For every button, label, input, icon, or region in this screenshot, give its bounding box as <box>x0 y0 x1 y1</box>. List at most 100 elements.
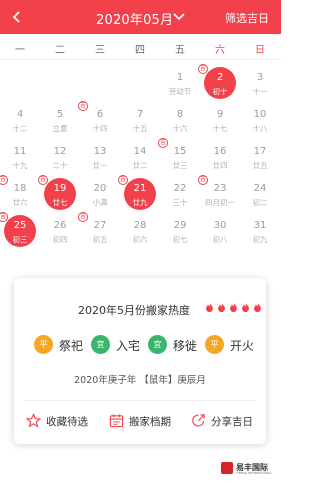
heat-rating <box>204 301 263 313</box>
day-number: 16 <box>213 146 227 157</box>
calendar-day[interactable]: 吉 18 廿六 <box>0 171 40 209</box>
day-number: 22 <box>173 183 187 194</box>
lunar-date: 初八 <box>212 235 228 244</box>
calendar-day[interactable]: 12 二十 <box>40 134 80 172</box>
calendar-day[interactable]: 24 初二 <box>240 171 280 209</box>
flame-icon <box>230 301 237 313</box>
weekday-label: 日 <box>255 45 265 56</box>
calendar-icon <box>109 414 124 428</box>
activity-badge: 平 <box>34 335 53 354</box>
card-actions: 收藏待选 搬家档期 分享吉日 <box>14 408 266 436</box>
calendar-day[interactable]: 吉 2 初十 <box>198 60 240 99</box>
favorite-label: 收藏待选 <box>46 416 88 428</box>
brand-logo: 易丰国际 YIFENG INTERNATIONAL <box>221 462 277 476</box>
calendar-day[interactable]: 吉 21 廿九 <box>118 171 160 210</box>
day-number: 4 <box>16 109 24 120</box>
calendar-day[interactable]: 29 初七 <box>160 208 200 246</box>
calendar-day[interactable]: 5 立夏 <box>40 97 80 135</box>
chevron-down-icon[interactable] <box>172 10 186 24</box>
day-number: 24 <box>253 183 267 194</box>
calendar-day[interactable]: 吉 25 初三 <box>0 208 40 247</box>
ganzhi-text: 2020年庚子年 【鼠年】庚辰月 <box>74 375 206 386</box>
day-number: 26 <box>53 220 67 231</box>
day-number: 3 <box>256 72 264 83</box>
lunar-date: 初四 <box>52 235 68 244</box>
calendar-day[interactable]: 3 十一 <box>240 60 280 98</box>
calendar-day[interactable]: 16 廿四 <box>200 134 240 172</box>
lunar-date: 十一 <box>252 87 268 96</box>
calendar-day[interactable]: 9 十七 <box>200 97 240 135</box>
calendar-day[interactable]: 20 小满 <box>80 171 120 209</box>
lunar-date: 劳动节 <box>168 87 192 96</box>
day-number: 19 <box>53 183 67 194</box>
chevron-left-icon <box>12 11 20 23</box>
weekday-label: 二 <box>55 45 65 56</box>
activity-badge: 平 <box>205 335 224 354</box>
calendar-day[interactable]: 30 初八 <box>200 208 240 246</box>
calendar-day[interactable]: 吉 27 初五 <box>78 208 120 246</box>
calendar-day[interactable]: 22 三十 <box>160 171 200 209</box>
lunar-date: 十二 <box>12 124 28 133</box>
lunar-date: 初七 <box>172 235 188 244</box>
lunar-date: 十八 <box>252 124 268 133</box>
activity-label: 入宅 <box>116 339 141 353</box>
calendar-day[interactable]: 8 十六 <box>160 97 200 135</box>
lunar-date: 廿六 <box>12 198 28 207</box>
calendar-day[interactable]: 吉 19 廿七 <box>38 171 80 210</box>
day-number: 12 <box>53 146 67 157</box>
flame-icon <box>218 301 225 313</box>
flame-icon <box>254 301 261 313</box>
flame-icon <box>242 301 249 313</box>
lunar-date: 初三 <box>12 235 28 244</box>
logo-mark-icon <box>221 462 233 474</box>
back-button[interactable] <box>6 6 28 28</box>
month-title[interactable]: 2020年05月 <box>96 9 173 28</box>
calendar-day[interactable]: 1 劳动节 <box>160 60 200 98</box>
day-number: 18 <box>13 183 27 194</box>
lunar-date: 廿四 <box>212 161 228 170</box>
star-icon <box>26 413 41 428</box>
calendar-day[interactable]: 28 初六 <box>120 208 160 246</box>
filter-auspicious-days-button[interactable]: 筛选吉日 <box>225 10 269 26</box>
lunar-date: 初二 <box>252 198 268 207</box>
day-number: 28 <box>133 220 147 231</box>
calendar-day[interactable]: 13 廿一 <box>80 134 120 172</box>
day-number: 15 <box>173 146 187 157</box>
lunar-date: 二十 <box>52 161 68 170</box>
day-number: 17 <box>253 146 267 157</box>
day-number: 25 <box>13 220 27 231</box>
lunar-date: 小满 <box>92 198 108 207</box>
day-number: 9 <box>216 109 224 120</box>
lunar-date: 十四 <box>92 124 108 133</box>
lunar-date: 廿三 <box>172 161 188 170</box>
lunar-date: 十五 <box>132 124 148 133</box>
calendar-day[interactable]: 吉 23 四月初一 <box>198 171 240 209</box>
calendar-day[interactable]: 吉 6 十四 <box>78 97 120 135</box>
lunar-date: 初九 <box>252 235 268 244</box>
calendar-day[interactable]: 7 十五 <box>120 97 160 135</box>
day-number: 20 <box>93 183 107 194</box>
day-number: 14 <box>133 146 147 157</box>
day-number: 13 <box>93 146 107 157</box>
day-number: 5 <box>56 109 64 120</box>
calendar-day[interactable]: 10 十八 <box>240 97 280 135</box>
header-bar: 2020年05月 筛选吉日 <box>0 0 281 34</box>
activity-label: 开火 <box>230 339 255 353</box>
calendar-day[interactable]: 11 十九 <box>0 134 40 172</box>
day-number: 23 <box>213 183 227 194</box>
lunar-date: 三十 <box>172 198 188 207</box>
calendar-day[interactable]: 26 初四 <box>40 208 80 246</box>
day-number: 11 <box>13 146 27 157</box>
flame-icon <box>206 301 213 313</box>
lunar-date: 十六 <box>172 124 188 133</box>
day-number: 10 <box>253 109 267 120</box>
logo-sub-text: YIFENG INTERNATIONAL <box>236 471 272 475</box>
calendar-day[interactable]: 14 廿二 <box>120 134 160 172</box>
day-number: 27 <box>93 220 107 231</box>
calendar-day[interactable]: 31 初九 <box>240 208 280 246</box>
calendar-day[interactable]: 吉 15 廿三 <box>158 134 200 172</box>
moving-info-card: 2020年5月份搬家热度 平 祭祀 宜 入宅 宜 移徙 平 开火 2020年庚子… <box>14 278 266 444</box>
divider <box>24 400 256 401</box>
calendar-day[interactable]: 4 十二 <box>0 97 40 135</box>
calendar-day[interactable]: 17 廿五 <box>240 134 280 172</box>
